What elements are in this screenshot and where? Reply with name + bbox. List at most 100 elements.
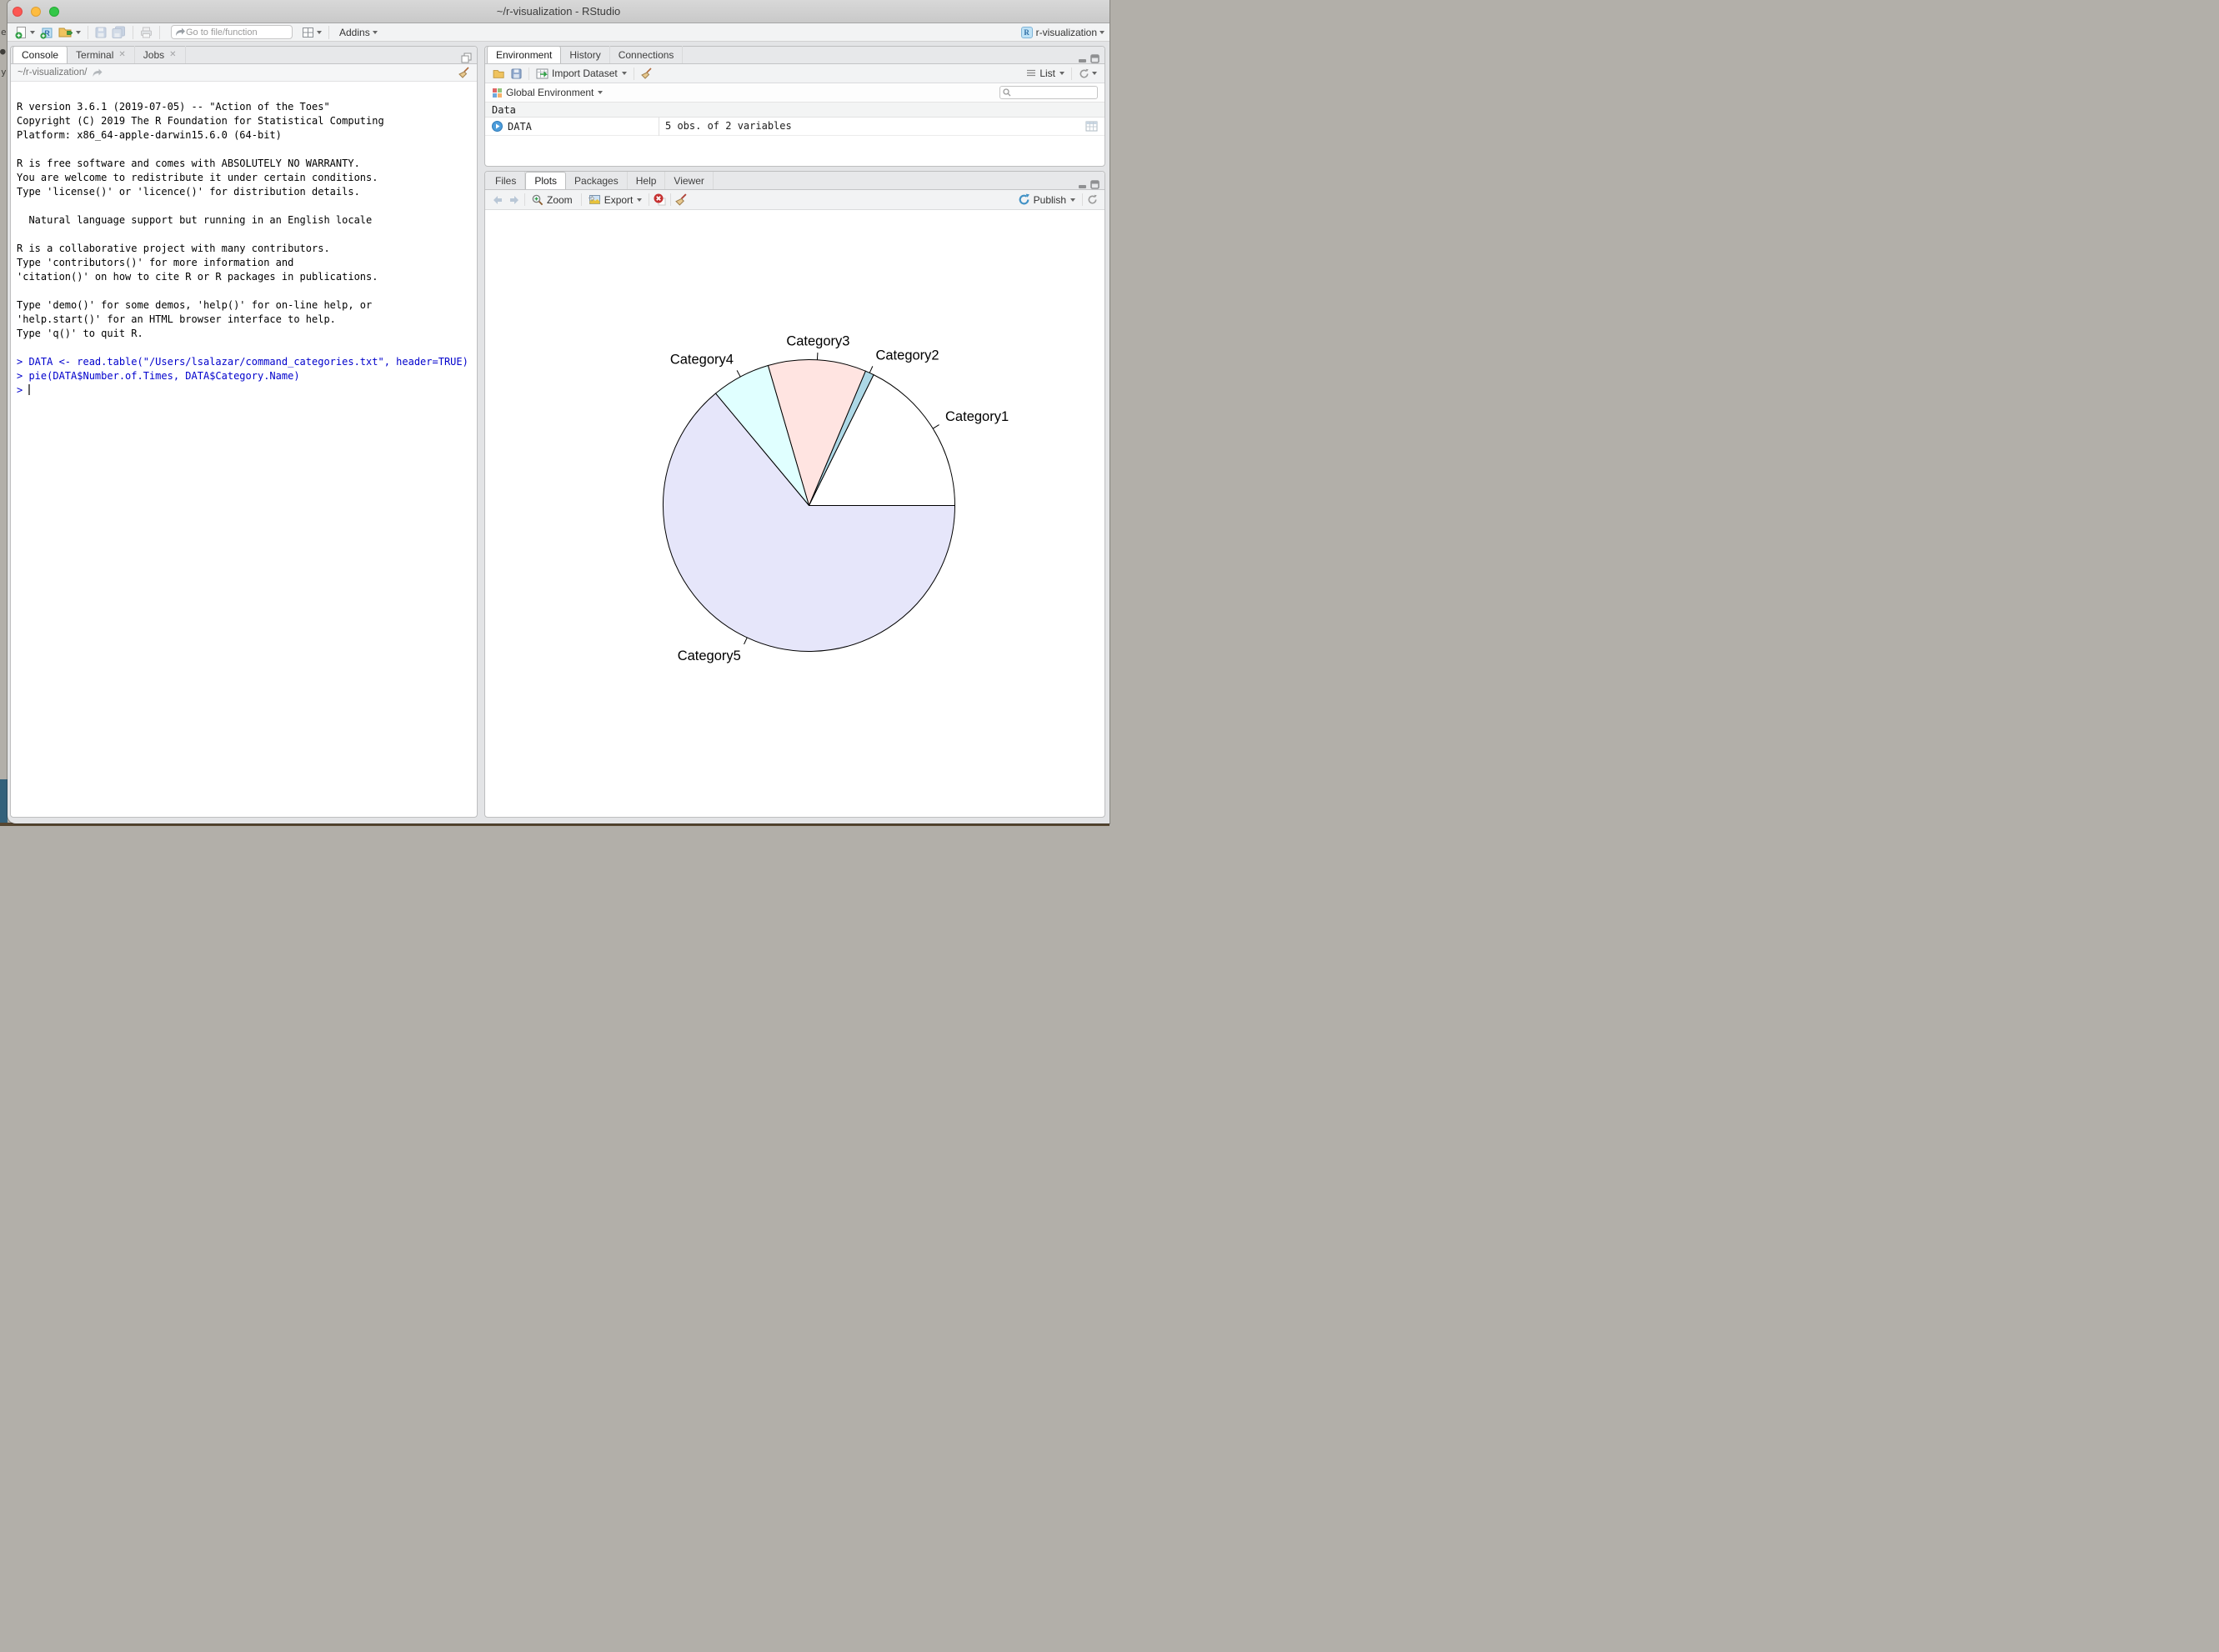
pane-layout-button[interactable]	[299, 24, 324, 41]
object-value: 5 obs. of 2 variables	[665, 120, 792, 132]
pie-label-tick	[933, 425, 939, 429]
view-table-icon[interactable]	[1085, 121, 1098, 132]
desktop-artifact: e	[1, 27, 7, 38]
global-environment-selector[interactable]: Global Environment	[506, 87, 594, 98]
working-directory: ~/r-visualization/	[18, 68, 87, 78]
tab-history[interactable]: History	[561, 46, 609, 63]
open-file-button[interactable]	[56, 24, 83, 41]
expand-object-icon[interactable]	[492, 121, 503, 132]
export-image-icon	[589, 194, 601, 205]
data-section-label: Data	[485, 103, 1104, 118]
goto-file-input[interactable]	[186, 28, 284, 38]
zoom-plot-button[interactable]: Zoom	[529, 192, 577, 208]
new-project-icon: R	[40, 26, 53, 39]
pie-label-tick	[744, 638, 748, 644]
minimize-pane-icon[interactable]	[1078, 181, 1087, 189]
tab-console[interactable]: Console	[13, 46, 68, 63]
list-view-label: List	[1039, 68, 1055, 79]
main-toolbar: R Addins R r	[8, 23, 1110, 42]
open-folder-icon	[493, 68, 506, 79]
environment-tabstrip: Environment History Connections	[485, 47, 1104, 64]
pie-label: Category5	[678, 648, 741, 663]
chevron-down-icon	[30, 31, 35, 34]
clear-plots-icon[interactable]	[675, 193, 688, 206]
save-button[interactable]	[93, 24, 109, 41]
environment-scope-row: Global Environment	[485, 83, 1104, 103]
publish-button[interactable]: Publish	[1015, 192, 1078, 208]
project-cube-icon: R	[1021, 27, 1033, 38]
goto-file-box[interactable]	[171, 25, 293, 39]
tab-help[interactable]: Help	[628, 172, 666, 189]
tab-plots[interactable]: Plots	[525, 172, 566, 189]
print-button[interactable]	[138, 24, 155, 41]
export-plot-button[interactable]: Export	[586, 192, 645, 208]
tab-connections[interactable]: Connections	[610, 46, 684, 63]
environment-pane: Environment History Connections Import D…	[484, 46, 1105, 167]
import-dataset-button[interactable]: Import Dataset	[533, 65, 629, 82]
new-file-button[interactable]	[13, 24, 38, 41]
console-pane: Console Terminal✕ Jobs✕ ~/r-visualizatio…	[10, 46, 478, 818]
chevron-down-icon	[622, 72, 627, 75]
tab-environment[interactable]: Environment	[487, 46, 561, 63]
environment-search-box[interactable]	[999, 86, 1098, 99]
pie-label-tick	[737, 370, 740, 377]
chevron-down-icon	[637, 198, 642, 202]
close-icon[interactable]: ✕	[169, 50, 176, 59]
tab-terminal[interactable]: Terminal✕	[68, 46, 135, 63]
clear-environment-button[interactable]	[639, 65, 655, 82]
zoom-icon	[532, 194, 543, 206]
chevron-down-icon	[1070, 198, 1075, 202]
tab-files[interactable]: Files	[487, 172, 525, 189]
maximize-pane-icon[interactable]	[461, 53, 472, 63]
clear-console-icon[interactable]	[458, 67, 470, 78]
chevron-down-icon	[317, 31, 322, 34]
save-all-button[interactable]	[109, 24, 128, 41]
save-icon	[511, 68, 522, 79]
minimize-pane-icon[interactable]	[1078, 55, 1087, 63]
goto-arrow-icon	[175, 28, 186, 37]
refresh-plots-icon[interactable]	[1087, 194, 1098, 205]
zoom-plot-label: Zoom	[547, 194, 573, 206]
environment-object-row[interactable]: DATA 5 obs. of 2 variables	[485, 118, 1104, 136]
print-icon	[140, 27, 153, 38]
publish-icon	[1018, 193, 1030, 206]
forward-plot-icon[interactable]	[508, 195, 520, 205]
global-environment-icon	[492, 88, 503, 98]
clear-environment-icon	[641, 68, 653, 79]
tab-jobs[interactable]: Jobs✕	[135, 46, 186, 63]
tab-packages[interactable]: Packages	[566, 172, 628, 189]
export-plot-label: Export	[604, 194, 634, 206]
maximize-pane-icon[interactable]	[1090, 54, 1099, 63]
refresh-icon	[1079, 68, 1089, 79]
search-icon	[1003, 88, 1011, 97]
list-view-button[interactable]: List	[1024, 65, 1067, 82]
pane-layout-icon	[302, 27, 314, 38]
plots-tabstrip: Files Plots Packages Help Viewer	[485, 172, 1104, 190]
maximize-pane-icon[interactable]	[1090, 180, 1099, 189]
console-output[interactable]: R version 3.6.1 (2019-07-05) -- "Action …	[11, 82, 477, 817]
load-workspace-button[interactable]	[490, 65, 508, 82]
desktop-artifact: y	[1, 67, 7, 78]
back-plot-icon[interactable]	[492, 195, 503, 205]
goto-directory-icon[interactable]	[92, 68, 103, 78]
project-menu[interactable]: R r-visualization	[1021, 27, 1104, 38]
refresh-environment-button[interactable]	[1076, 65, 1099, 82]
object-name: DATA	[508, 121, 532, 133]
rstudio-window: ~/r-visualization - RStudio R	[8, 0, 1110, 823]
pie-chart: Category1Category2Category3Category4Cate…	[485, 210, 1104, 817]
chevron-down-icon	[598, 91, 603, 94]
save-workspace-button[interactable]	[508, 65, 524, 82]
pie-label: Category2	[875, 348, 939, 363]
close-icon[interactable]: ✕	[118, 50, 125, 59]
chevron-down-icon	[76, 31, 81, 34]
new-project-button[interactable]: R	[38, 24, 56, 41]
desktop-artifact: ●	[0, 46, 6, 57]
plots-toolbar: Zoom Export Publish	[485, 190, 1104, 210]
console-cursor	[28, 384, 30, 395]
remove-plot-icon[interactable]	[654, 193, 666, 206]
tab-viewer[interactable]: Viewer	[665, 172, 713, 189]
publish-label: Publish	[1034, 194, 1066, 206]
addins-label: Addins	[339, 27, 370, 38]
environment-search-input[interactable]	[1011, 88, 1094, 98]
addins-menu[interactable]: Addins	[333, 24, 380, 41]
